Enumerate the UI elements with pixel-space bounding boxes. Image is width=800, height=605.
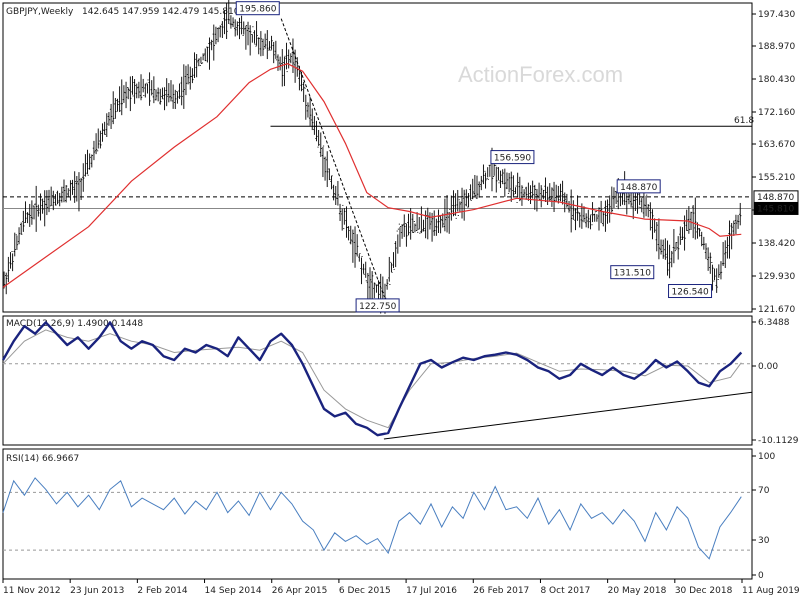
price-tick-label: 163.670 bbox=[758, 140, 795, 150]
price-tick-label: 129.930 bbox=[758, 272, 795, 282]
watermark: ActionForex.com bbox=[458, 62, 623, 87]
price-tick-label: 180.430 bbox=[758, 75, 795, 85]
price-annotation-2: 148.870 bbox=[616, 179, 661, 194]
annotation-label: 126.540 bbox=[672, 288, 709, 298]
x-tick-label: 11 Nov 2012 bbox=[3, 586, 61, 596]
rsi-label: RSI(14) 66.9667 bbox=[6, 454, 79, 464]
x-tick-label: 14 Sep 2014 bbox=[205, 586, 262, 596]
x-tick-label: 17 Jul 2016 bbox=[406, 586, 457, 596]
price-annotation-4: 126.540 bbox=[668, 284, 713, 299]
x-tick-label: 26 Apr 2015 bbox=[272, 586, 328, 596]
price-axis-label-0: 148.870 bbox=[753, 190, 799, 204]
price-tick-label: 197.430 bbox=[758, 10, 795, 20]
macd-tick-label: 6.3488 bbox=[758, 318, 790, 328]
annotation-label: 122.750 bbox=[359, 302, 396, 312]
price-annotation-3: 131.510 bbox=[610, 265, 655, 280]
x-tick-label: 2 Feb 2014 bbox=[137, 586, 188, 596]
fib-618-label: 61.8 bbox=[734, 116, 754, 126]
ohlc-label: 142.645 147.959 142.479 145.810 bbox=[82, 7, 240, 17]
chart-header: GBPJPY,Weekly 142.645 147.959 142.479 145… bbox=[6, 7, 240, 17]
price-axis-label-text: 148.870 bbox=[757, 193, 794, 203]
price-tick-label: 155.210 bbox=[758, 173, 795, 183]
annotation-label: 156.590 bbox=[494, 154, 531, 164]
rsi-tick-label: 0 bbox=[758, 571, 764, 581]
price-annotation-5: 122.750 bbox=[355, 298, 400, 313]
annotation-label: 195.860 bbox=[239, 5, 276, 15]
x-tick-label: 8 Oct 2017 bbox=[540, 586, 590, 596]
symbol-label: GBPJPY,Weekly bbox=[6, 7, 74, 17]
macd-tick-label: -10.1129 bbox=[758, 436, 799, 446]
x-tick-label: 30 Dec 2018 bbox=[675, 586, 733, 596]
price-tick-label: 121.670 bbox=[758, 305, 795, 315]
price-axis-label-text: 145.810 bbox=[757, 204, 794, 214]
price-tick-label: 172.160 bbox=[758, 108, 795, 118]
x-tick-label: 23 Jun 2013 bbox=[70, 586, 124, 596]
rsi-tick-label: 30 bbox=[758, 536, 770, 546]
x-tick-label: 20 May 2018 bbox=[608, 586, 667, 596]
annotation-label: 131.510 bbox=[614, 269, 651, 279]
annotation-label: 148.870 bbox=[620, 183, 657, 193]
x-tick-label: 6 Dec 2015 bbox=[339, 586, 391, 596]
price-tick-label: 188.970 bbox=[758, 42, 795, 52]
x-tick-label: 11 Aug 2019 bbox=[742, 586, 800, 596]
rsi-tick-label: 100 bbox=[758, 452, 775, 462]
chart-root: ActionForex.com GBPJPY,Weekly 142.645 147.… bbox=[0, 0, 800, 600]
rsi-tick-label: 70 bbox=[758, 486, 770, 496]
price-annotation-1: 156.590 bbox=[490, 150, 535, 165]
x-tick-label: 26 Feb 2017 bbox=[473, 586, 529, 596]
price-tick-label: 138.420 bbox=[758, 239, 795, 249]
price-annotation-0: 195.860 bbox=[235, 1, 280, 16]
chart-svg: ActionForex.com GBPJPY,Weekly 142.645 147.… bbox=[1, 0, 800, 596]
macd-tick-label: 0.00 bbox=[758, 362, 778, 372]
rsi-panel-frame bbox=[2, 448, 753, 580]
price-axis-label-1: 145.810 bbox=[753, 201, 799, 215]
